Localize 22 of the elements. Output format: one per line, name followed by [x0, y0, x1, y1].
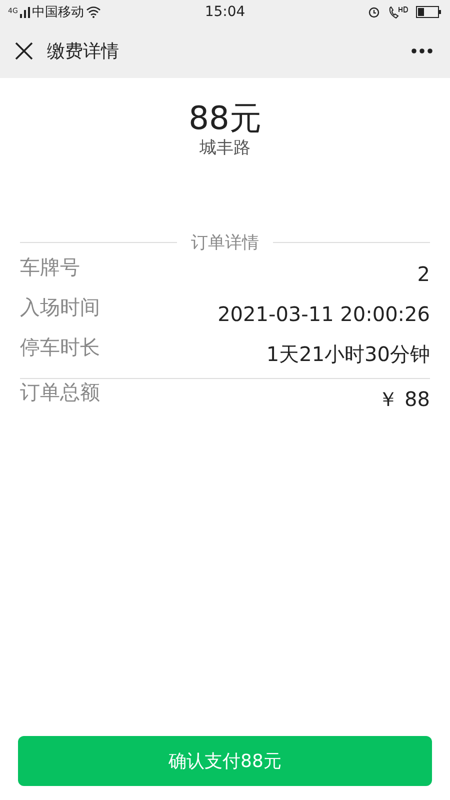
- total-value: ￥ 88: [378, 386, 430, 412]
- page-title: 缴费详情: [47, 40, 120, 63]
- more-icon[interactable]: [411, 48, 433, 54]
- payment-amount: 88元: [188, 98, 262, 138]
- battery-icon: [416, 6, 442, 18]
- detail-label: 停车时长: [20, 334, 100, 361]
- parking-location: 城丰路: [198, 137, 252, 159]
- detail-label: 车牌号: [20, 254, 80, 281]
- wifi-icon: [86, 6, 101, 18]
- detail-value: 2: [417, 262, 430, 286]
- close-icon[interactable]: [15, 42, 33, 60]
- status-time: 15:04: [204, 4, 246, 20]
- detail-value: 1天21小时30分钟: [266, 340, 430, 368]
- alarm-icon: [368, 6, 380, 18]
- detail-label: 入场时间: [20, 294, 100, 321]
- hd-call-icon: [388, 6, 408, 18]
- carrier-name: 中国移动: [32, 4, 84, 21]
- section-title: 订单详情: [191, 232, 259, 254]
- confirm-pay-button[interactable]: 确认支付88元: [18, 736, 432, 786]
- total-label: 订单总额: [20, 379, 100, 406]
- detail-value: 2021-03-11 20:00:26: [218, 302, 430, 326]
- signal-icon: [20, 6, 30, 18]
